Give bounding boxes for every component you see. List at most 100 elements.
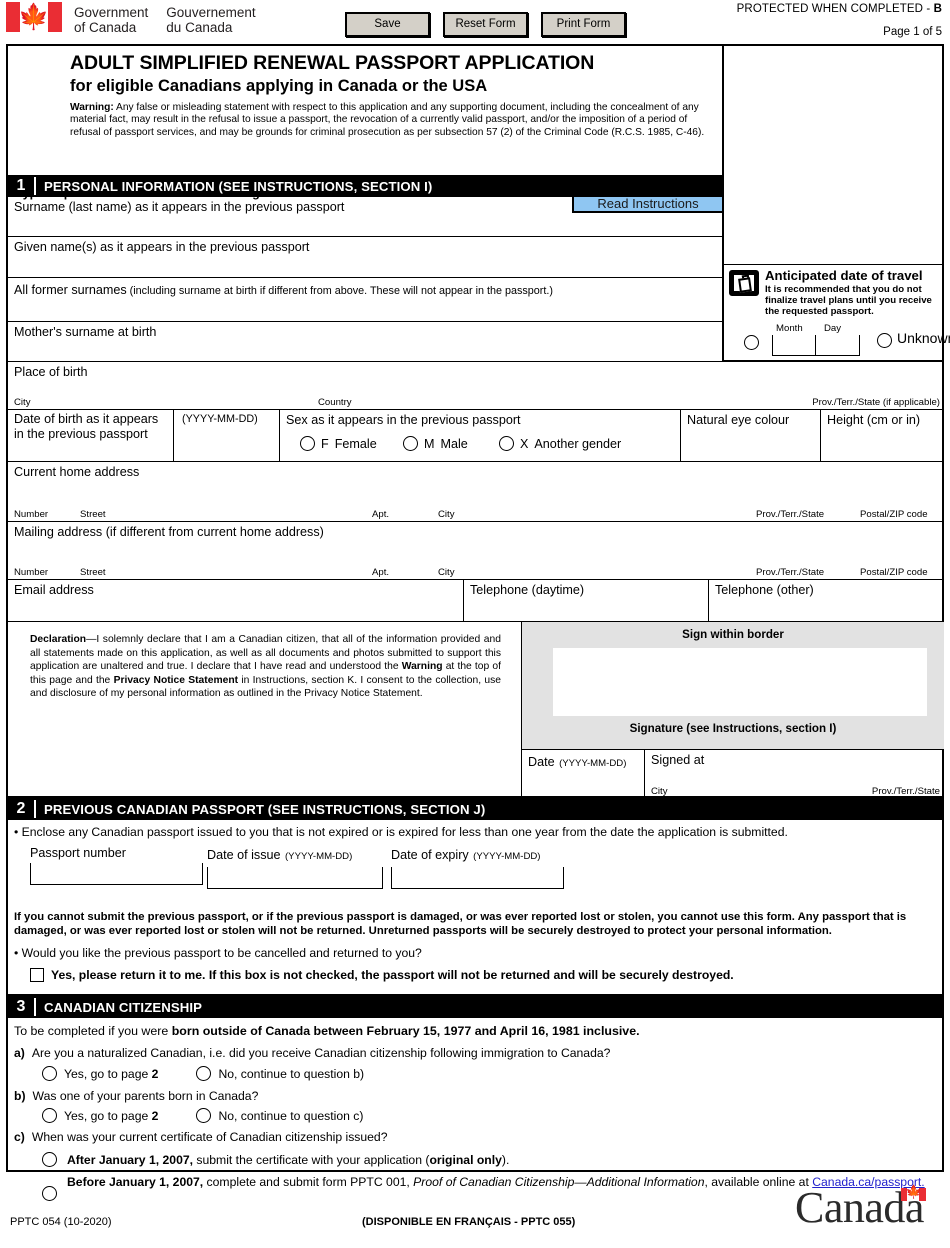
form-body: ADULT SIMPLIFIED RENEWAL PASSPORT APPLIC… [6,44,950,1201]
canada-wordmark: Canada 🍁 [795,1186,926,1230]
travel-note: It is recommended that you do not finali… [765,284,932,318]
eye-colour-field[interactable]: Natural eye colour [680,410,820,462]
warning-label: Warning: [70,102,114,113]
date-of-issue-format: (YYYY-MM-DD) [284,851,353,862]
question-b-yes-radio[interactable] [42,1108,57,1123]
surname-field[interactable]: Surname (last name) as it appears in the… [8,197,724,237]
question-a-letter: a) [14,1046,25,1060]
declaration-text-cell: Declaration—I solemnly declare that I am… [8,622,521,798]
question-b-text: Was one of your parents born in Canada? [32,1089,259,1103]
gov-fr-line1: Gouvernement [166,5,256,20]
signature-date-labels: Date (YYYY-MM-DD) [522,750,644,771]
signature-date-field[interactable]: Date (YYYY-MM-DD) [521,749,644,798]
travel-date-radio[interactable] [744,335,759,350]
birth-country-label: Country [318,397,352,408]
form-code: PPTC 054 (10-2020) [10,1216,112,1228]
sex-option-x[interactable]: X Another gender [499,436,621,451]
sex-radio-m[interactable] [403,436,418,451]
return-passport-label: Yes, please return it to me. If this box… [51,968,734,982]
question-b-letter: b) [14,1089,26,1103]
sex-option-m[interactable]: M Male [403,436,468,451]
question-c-before-radio[interactable] [42,1186,57,1201]
question-c-option-before[interactable]: Before January 1, 2007, complete and sub… [42,1174,925,1201]
signature-canvas[interactable] [553,648,927,716]
travel-unknown-radio[interactable] [877,333,892,348]
sex-option-f[interactable]: F Female [300,436,377,451]
section-1-header: 1 PERSONAL INFORMATION (SEE INSTRUCTIONS… [8,175,724,197]
question-a-no-radio[interactable] [196,1066,212,1081]
protected-prefix: PROTECTED WHEN COMPLETED - [736,3,934,15]
top-bar: 🍁 Government of Canada Gouvernement du C… [0,0,950,40]
question-a-yes[interactable]: Yes, go to page 2 [42,1066,158,1081]
signature-panel: Sign within border Signature (see Instru… [521,622,944,749]
travel-unknown-label: Unknown [897,330,950,346]
gov-en-line1: Government [74,5,149,20]
signed-prov-label: Prov./Terr./State [871,786,940,797]
mail-number-label: Number [14,567,49,578]
section-1-title: PERSONAL INFORMATION (SEE INSTRUCTIONS, … [44,178,433,194]
sex-field: Sex as it appears in the previous passpo… [279,410,680,462]
date-of-expiry-labels: Date of expiry (YYYY-MM-DD) [391,846,571,864]
sex-radio-f[interactable] [300,436,315,451]
phone-daytime-field[interactable]: Telephone (daytime) [463,580,708,622]
question-c-after-radio[interactable] [42,1152,57,1167]
date-of-expiry-input[interactable] [391,867,564,889]
protected-classification: PROTECTED WHEN COMPLETED - B [737,3,942,15]
passport-number-input[interactable] [30,863,203,885]
given-names-field[interactable]: Given name(s) as it appears in the previ… [8,237,724,278]
date-of-issue-label: Date of issue [207,848,281,862]
section-2-body: • Enclose any Canadian passport issued t… [8,820,944,996]
print-form-button[interactable]: Print Form [541,12,626,37]
phone-other-field[interactable]: Telephone (other) [708,580,944,622]
dob-input[interactable]: (YYYY-MM-DD) [173,410,279,462]
question-a-yes-label: Yes, go to page 2 [64,1066,159,1081]
question-c-letter: c) [14,1130,25,1144]
eye-colour-label: Natural eye colour [687,413,790,427]
sex-radio-x[interactable] [499,436,514,451]
gov-en-line2: of Canada [74,20,137,35]
mothers-surname-field[interactable]: Mother's surname at birth [8,322,724,362]
declaration-signature-block: Declaration—I solemnly declare that I am… [8,622,944,798]
former-surnames-field[interactable]: All former surnames (including surname a… [8,278,724,322]
signed-at-field[interactable]: Signed at City Prov./Terr./State [644,749,944,798]
phone-daytime-label: Telephone (daytime) [470,583,585,597]
photo-box[interactable] [722,46,942,265]
date-label: Date [528,755,555,769]
declaration-privacy-ref: Privacy Notice Statement [113,674,239,686]
question-a-yes-radio[interactable] [42,1066,57,1081]
question-a-no[interactable]: No, continue to question b) [196,1066,364,1081]
email-field[interactable]: Email address [8,580,463,622]
dob-label-cell: Date of birth as it appears in the previ… [8,410,173,462]
declaration-label: Declaration [30,634,87,645]
date-of-expiry-group[interactable]: Date of expiry (YYYY-MM-DD) [391,846,571,889]
section-1-number: 1 [8,177,36,195]
date-of-expiry-label: Date of expiry [391,848,469,862]
birth-prov-label: Prov./Terr./State (if applicable) [812,397,940,408]
travel-day-input[interactable] [816,335,860,356]
question-c-option-after[interactable]: After January 1, 2007, submit the certif… [42,1152,509,1167]
question-b-no[interactable]: No, continue to question c) [196,1108,363,1123]
date-of-issue-input[interactable] [207,867,383,889]
mothers-surname-label: Mother's surname at birth [14,325,157,339]
return-passport-checkbox[interactable] [30,968,44,982]
save-button[interactable]: Save [345,12,430,37]
travel-month-input[interactable] [772,335,816,356]
section-3-intro-plain: To be completed if you were [14,1024,172,1038]
page-subtitle: for eligible Canadians applying in Canad… [70,77,488,95]
height-field[interactable]: Height (cm or in) [820,410,944,462]
goc-signature: 🍁 Government of Canada Gouvernement du C… [6,2,256,35]
travel-date-row: Month Day Unknown [730,323,950,357]
former-surnames-label: All former surnames (including surname a… [8,278,724,299]
passport-number-group[interactable]: Passport number [30,846,203,889]
travel-day-label: Day [824,323,842,334]
section-3-number: 3 [8,998,36,1016]
reset-form-button[interactable]: Reset Form [443,12,528,37]
place-of-birth-field[interactable]: Place of birth City Country Prov./Terr./… [8,362,944,410]
current-home-address-field[interactable]: Current home address Number Street Apt. … [8,462,944,522]
mail-street-label: Street [80,567,106,578]
question-b-no-radio[interactable] [196,1108,212,1123]
question-b-yes[interactable]: Yes, go to page 2 [42,1108,158,1123]
date-of-issue-group[interactable]: Date of issue (YYYY-MM-DD) [207,846,387,889]
mailing-address-field[interactable]: Mailing address (if different from curre… [8,522,944,580]
return-passport-option[interactable]: Yes, please return it to me. If this box… [30,968,734,982]
